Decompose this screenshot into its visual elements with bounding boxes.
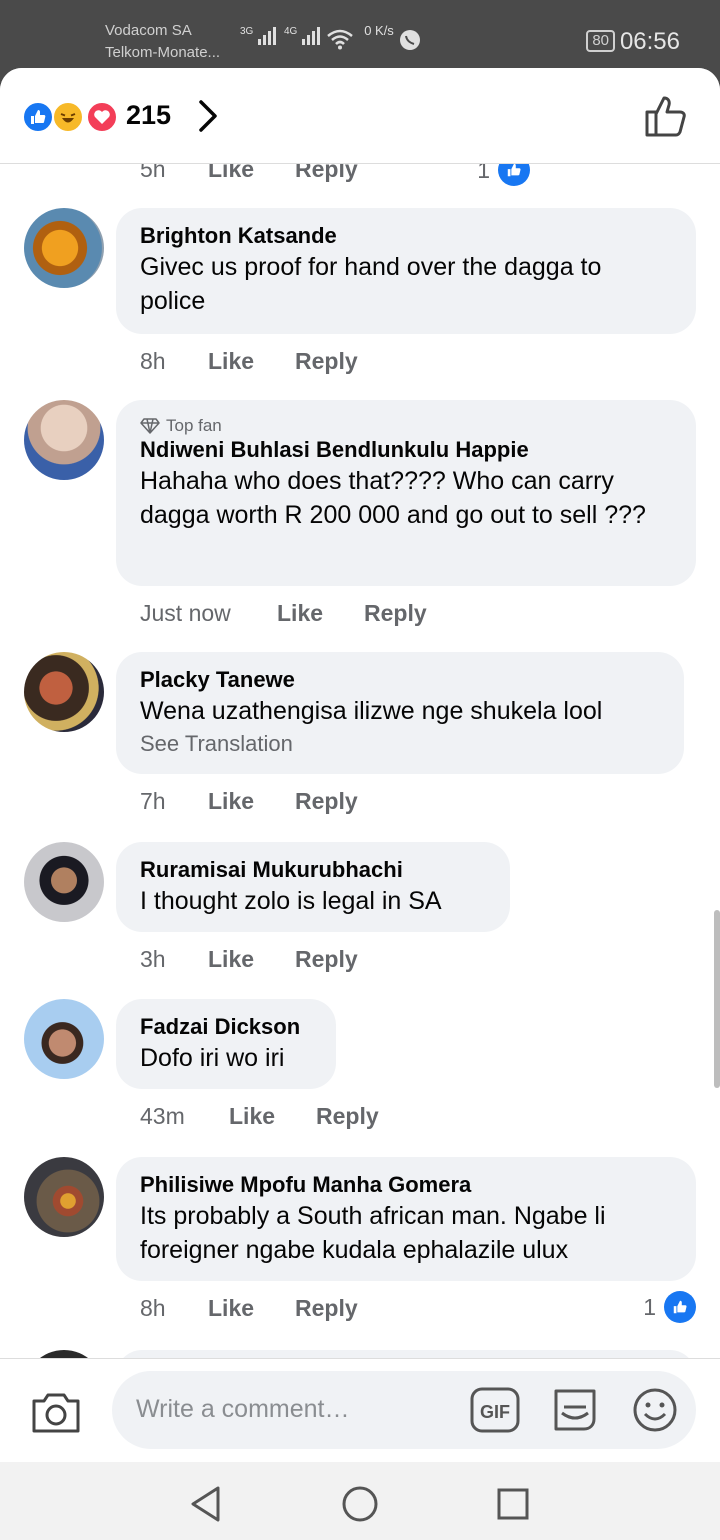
comment-text: Hahaha who does that???? Who can carry d… xyxy=(140,467,646,529)
like-post-button[interactable] xyxy=(644,94,690,143)
like-reaction-icon xyxy=(22,101,54,133)
reply-link[interactable]: Reply xyxy=(295,1295,358,1322)
like-link[interactable]: Like xyxy=(208,1295,295,1322)
reply-link[interactable]: Reply xyxy=(295,946,358,973)
comment-bubble[interactable]: Fadzai Dickson Dofo iri wo iri xyxy=(116,999,336,1089)
reaction-count-text: 1 xyxy=(477,164,490,183)
comment-actions: 3h Like Reply xyxy=(140,946,358,973)
commenter-name[interactable]: Ndiweni Buhlasi Bendlunkulu Happie xyxy=(140,436,672,464)
comment-time: 7h xyxy=(140,788,166,814)
comment-bubble[interactable]: Brighton Katsande Givec us proof for han… xyxy=(116,208,696,334)
commenter-name[interactable]: Fadzai Dickson xyxy=(140,1013,312,1041)
commenter-name[interactable]: Placky Tanewe xyxy=(140,666,660,694)
like-link[interactable]: Like xyxy=(229,1103,316,1130)
scrollbar[interactable] xyxy=(714,910,720,1088)
carrier-info: Vodacom SA Telkom-Monate... xyxy=(105,20,220,64)
comment-actions: 8h Like Reply xyxy=(140,1295,358,1322)
comment-text: Givec us proof for hand over the dagga t… xyxy=(140,253,602,315)
commenter-name[interactable]: Ruramisai Mukurubhachi xyxy=(140,856,486,884)
reactions-header: 215 xyxy=(0,68,720,164)
avatar[interactable] xyxy=(24,842,104,922)
recents-icon[interactable] xyxy=(496,1484,530,1529)
gif-icon[interactable]: GIF xyxy=(470,1387,520,1438)
comment-composer: Write a comment… GIF xyxy=(0,1358,720,1462)
diamond-icon xyxy=(140,418,160,434)
clock: 06:56 xyxy=(619,28,680,55)
camera-icon[interactable] xyxy=(30,1389,82,1440)
reaction-count[interactable]: 215 xyxy=(126,100,171,131)
comment-time: 43m xyxy=(140,1103,185,1129)
comment-text: Wena uzathengisa ilizwe nge shukela lool xyxy=(140,697,603,725)
network-speed: 0 K/s xyxy=(364,23,394,38)
commenter-name[interactable]: Philisiwe Mpofu Manha Gomera xyxy=(140,1171,672,1199)
reply-link[interactable]: Reply xyxy=(295,348,358,375)
comment-time: 5h xyxy=(140,164,166,182)
comment-input-placeholder: Write a comment… xyxy=(136,1395,350,1423)
comment-text: Dofo iri wo iri xyxy=(140,1044,285,1072)
comment-time: 8h xyxy=(140,348,166,374)
top-fan-label: Top fan xyxy=(166,416,222,435)
commenter-name[interactable]: Brighton Katsande xyxy=(140,222,672,250)
comment-input[interactable]: Write a comment… GIF xyxy=(112,1371,696,1449)
comment-time: 3h xyxy=(140,946,166,972)
avatar[interactable] xyxy=(24,1157,104,1237)
comment-bubble[interactable]: Top fan Ndiweni Buhlasi Bendlunkulu Happ… xyxy=(116,400,696,586)
back-icon[interactable] xyxy=(188,1484,224,1529)
reply-link[interactable]: Reply xyxy=(316,1103,379,1130)
comment-bubble[interactable]: Ruramisai Mukurubhachi I thought zolo is… xyxy=(116,842,510,932)
comment-actions: 7h Like Reply xyxy=(140,788,358,815)
status-bar: Vodacom SA Telkom-Monate... 3G 4G 0 K/s … xyxy=(0,0,720,70)
see-translation-link[interactable]: See Translation xyxy=(140,728,660,760)
comment-list[interactable]: 5h Like Reply 1 Brighton Katsande Givec … xyxy=(0,164,720,1359)
svg-text:GIF: GIF xyxy=(480,1402,510,1422)
comment-bubble[interactable]: Placky Tanewe Wena uzathengisa ilizwe ng… xyxy=(116,652,684,774)
comment-actions: Just now Like Reply xyxy=(140,600,427,627)
avatar[interactable] xyxy=(24,652,104,732)
carrier-secondary: Telkom-Monate... xyxy=(105,44,221,61)
battery-indicator: 80 xyxy=(586,30,615,52)
like-link[interactable]: Like xyxy=(277,600,364,627)
partial-reaction-count: 1 xyxy=(477,164,530,186)
like-link[interactable]: Like xyxy=(208,164,295,183)
avatar[interactable] xyxy=(24,208,104,288)
signal-4g-icon: 4G xyxy=(284,26,321,49)
like-link[interactable]: Like xyxy=(208,348,295,375)
reply-link[interactable]: Reply xyxy=(295,788,358,815)
avatar[interactable] xyxy=(24,999,104,1079)
comment-bubble[interactable]: Philisiwe Mpofu Manha Gomera Its probabl… xyxy=(116,1157,696,1281)
comments-sheet: 215 5h Like Reply 1 Brighton Katsande Gi… xyxy=(0,68,720,1540)
comment-text: I thought zolo is legal in SA xyxy=(140,887,442,915)
comment-time: Just now xyxy=(140,600,231,626)
comment-time: 8h xyxy=(140,1295,166,1321)
like-badge-icon xyxy=(664,1291,696,1323)
comment-actions: 43m Like Reply xyxy=(140,1103,379,1130)
emoji-icon[interactable] xyxy=(632,1387,678,1438)
home-icon[interactable] xyxy=(341,1484,379,1529)
love-reaction-icon xyxy=(86,101,118,133)
signal-3g-icon: 3G xyxy=(240,26,277,49)
comment-reaction-count: 1 xyxy=(643,1291,696,1323)
carrier-primary: Vodacom SA xyxy=(105,22,192,39)
comment-text: Its probably a South african man. Ngabe … xyxy=(140,1202,606,1264)
system-navigation-bar xyxy=(0,1462,720,1540)
like-badge-icon xyxy=(498,164,530,186)
like-link[interactable]: Like xyxy=(208,946,295,973)
reply-link[interactable]: Reply xyxy=(295,164,358,183)
whatsapp-icon xyxy=(398,28,422,55)
top-fan-badge: Top fan xyxy=(140,416,672,436)
reply-link[interactable]: Reply xyxy=(364,600,427,627)
comment-actions: 8h Like Reply xyxy=(140,348,358,375)
chevron-right-icon[interactable] xyxy=(196,98,220,139)
reaction-count-text: 1 xyxy=(643,1293,656,1320)
partial-comment-actions: 5h Like Reply xyxy=(140,164,358,183)
like-link[interactable]: Like xyxy=(208,788,295,815)
sticker-icon[interactable] xyxy=(550,1385,600,1440)
avatar[interactable] xyxy=(24,400,104,480)
wifi-icon xyxy=(326,28,354,53)
haha-reaction-icon xyxy=(52,101,84,133)
